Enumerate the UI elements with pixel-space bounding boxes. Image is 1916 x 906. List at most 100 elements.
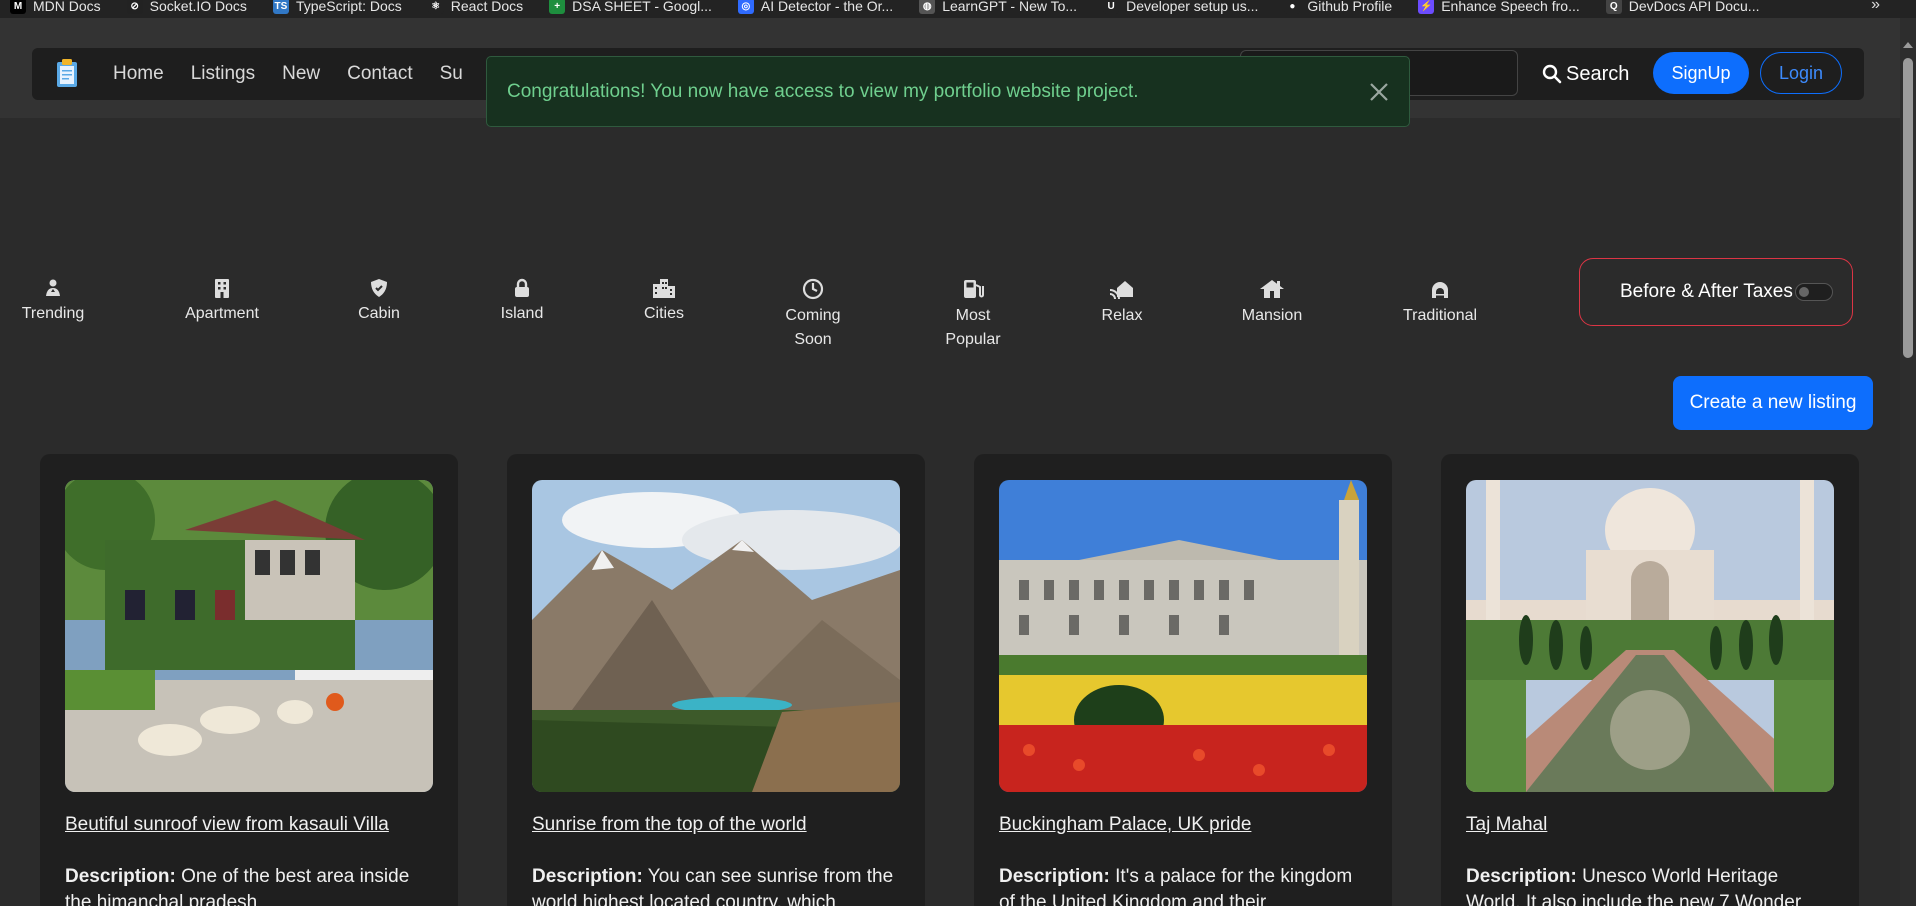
filter-island[interactable]: Island (467, 278, 577, 326)
bookmark-item[interactable]: M MDN Docs (10, 0, 101, 18)
bookmark-item[interactable]: ● Github Profile (1284, 0, 1392, 18)
filter-coming-soon[interactable]: Coming Soon (778, 278, 848, 352)
filter-relax[interactable]: Relax (1067, 278, 1177, 328)
filter-mansion[interactable]: Mansion (1217, 278, 1327, 328)
bookmarks-bar: M MDN Docs ⊘ Socket.IO Docs TS TypeScript: Do… (0, 0, 1916, 18)
filter-label: Trending (21, 305, 85, 322)
trending-icon (0, 278, 108, 298)
mansion-icon (1217, 278, 1327, 300)
listing-title[interactable]: Beutiful sunroof view from kasauli Villa (65, 814, 389, 836)
scroll-up-arrow-icon[interactable] (1903, 42, 1913, 48)
listing-card[interactable]: Taj Mahal Description: Unesco World Herit… (1441, 454, 1859, 906)
taj-mahal-photo[interactable] (1466, 480, 1834, 792)
listing-description: Description: It's a palace for the kingd… (999, 864, 1367, 906)
react-icon: ⚛ (427, 0, 444, 14)
shield-icon (324, 278, 434, 298)
listing-card[interactable]: Sunrise from the top of the world Descrip… (507, 454, 925, 906)
bookmark-label: TypeScript: Docs (295, 0, 402, 14)
bookmark-item[interactable]: TS TypeScript: Docs (272, 0, 402, 18)
listing-card[interactable]: Buckingham Palace, UK pride Description: … (974, 454, 1392, 906)
bookmark-item[interactable]: U Developer setup us... (1103, 0, 1258, 18)
github-icon: ● (1284, 0, 1301, 14)
bookmark-item[interactable]: ⊘ Socket.IO Docs (126, 0, 247, 18)
listing-title[interactable]: Taj Mahal (1466, 814, 1547, 836)
description-label: Description: (532, 866, 643, 887)
search-button-label: Search (1566, 62, 1630, 85)
description-label: Description: (65, 866, 176, 887)
bookmark-label: Socket.IO Docs (149, 0, 247, 14)
devdocs-icon: Q (1605, 0, 1622, 14)
globe-icon: ◍ (919, 0, 936, 14)
bookmark-label: LearnGPT - New To... (942, 0, 1078, 14)
bookmark-label: DSA SHEET - Googl... (572, 0, 712, 14)
filter-label: Cities (643, 305, 684, 322)
search-button[interactable]: Search (1542, 56, 1629, 92)
description-label: Description: (999, 866, 1110, 887)
nav-link-new[interactable]: New (282, 63, 320, 85)
filter-most-popular[interactable]: Most Popular (938, 278, 1008, 352)
bookmark-label: Enhance Speech fro... (1441, 0, 1580, 14)
bookmark-item[interactable]: ◍ LearnGPT - New To... (919, 0, 1077, 18)
bookmark-label: DevDocs API Docu... (1628, 0, 1760, 14)
filter-cabin[interactable]: Cabin (324, 278, 434, 326)
lock-icon (467, 278, 577, 298)
close-icon[interactable] (1367, 80, 1391, 104)
ai-detector-icon: ◎ (737, 0, 754, 14)
search-icon (1542, 64, 1562, 84)
dome-icon (1385, 278, 1495, 300)
clip-icon: U (1103, 0, 1120, 14)
bookmark-label: React Docs (450, 0, 524, 14)
fuel-pump-icon (938, 278, 1008, 300)
filter-label: Apartment (185, 305, 259, 322)
filter-traditional[interactable]: Traditional (1385, 278, 1495, 328)
palace-photo[interactable] (999, 480, 1367, 792)
building-icon (167, 278, 277, 298)
mdn-icon: M (10, 0, 26, 14)
success-alert: Congratulations! You now have access to … (486, 56, 1410, 127)
filter-cities[interactable]: Cities (609, 278, 719, 326)
listing-card[interactable]: Beutiful sunroof view from kasauli Villa… (40, 454, 458, 906)
clock-icon (778, 278, 848, 300)
tax-toggle-switch[interactable] (1794, 283, 1833, 301)
filter-label: Traditional (1402, 307, 1478, 324)
enhance-icon: ⚡ (1418, 0, 1435, 14)
listing-description: Description: You can see sunrise from th… (532, 864, 900, 906)
bookmark-item[interactable]: + DSA SHEET - Googl... (549, 0, 712, 18)
mountain-photo[interactable] (532, 480, 900, 792)
filter-label: Cabin (358, 305, 400, 322)
filter-label: Coming Soon (785, 307, 841, 348)
create-listing-button[interactable]: Create a new listing (1673, 376, 1873, 430)
listing-title[interactable]: Buckingham Palace, UK pride (999, 814, 1251, 836)
city-icon (609, 278, 719, 298)
typescript-icon: TS (272, 0, 289, 14)
bookmark-item[interactable]: ⚛ React Docs (427, 0, 524, 18)
villa-photo[interactable] (65, 480, 433, 792)
clipboard-logo-icon[interactable] (56, 58, 78, 88)
bookmark-item[interactable]: ◎ AI Detector - the Or... (737, 0, 894, 18)
tax-toggle-label: Before & After Taxes (1620, 281, 1793, 302)
listing-title[interactable]: Sunrise from the top of the world (532, 814, 807, 836)
login-button[interactable]: Login (1760, 52, 1842, 94)
bookmarks-overflow-button[interactable]: » (1871, 0, 1880, 14)
nav-link-contact[interactable]: Contact (347, 63, 412, 85)
filter-apartment[interactable]: Apartment (167, 278, 277, 326)
filter-label: Relax (1101, 307, 1143, 324)
alert-message: Congratulations! You now have access to … (507, 80, 1139, 102)
listing-description: Description: Unesco World Heritage World… (1466, 864, 1834, 906)
house-signal-icon (1067, 278, 1177, 300)
bookmark-label: AI Detector - the Or... (760, 0, 894, 14)
bookmark-label: Github Profile (1307, 0, 1393, 14)
nav-link-home[interactable]: Home (113, 63, 164, 85)
nav-link-listings[interactable]: Listings (191, 63, 255, 85)
nav-link-truncated[interactable]: Su (440, 63, 463, 85)
socketio-icon: ⊘ (126, 0, 143, 14)
bookmark-item[interactable]: ⚡ Enhance Speech fro... (1418, 0, 1580, 18)
listing-description: Description: One of the best area inside… (65, 864, 433, 906)
filter-trending[interactable]: Trending (0, 278, 108, 326)
scrollbar-thumb[interactable] (1903, 58, 1913, 358)
signup-button[interactable]: SignUp (1653, 52, 1749, 94)
bookmark-item[interactable]: Q DevDocs API Docu... (1605, 0, 1760, 18)
description-label: Description: (1466, 866, 1577, 887)
page-scrollbar[interactable] (1900, 18, 1916, 906)
bookmark-label: Developer setup us... (1126, 0, 1259, 14)
